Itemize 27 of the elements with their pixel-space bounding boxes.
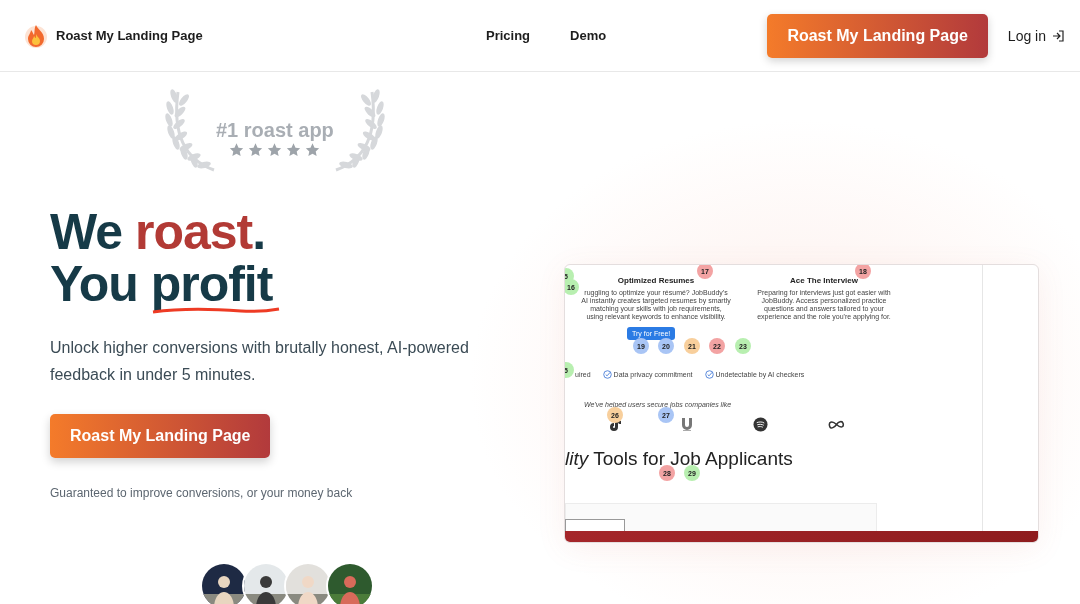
sound-logo-icon	[753, 417, 768, 432]
brand-name[interactable]: Roast My Landing Page	[56, 28, 203, 43]
headline-text: .	[252, 206, 266, 258]
login-icon	[1052, 29, 1064, 42]
feature-title: Ace The Interview	[790, 276, 858, 285]
feature-title: Optimized Resumes	[617, 276, 695, 285]
check-icon	[602, 370, 612, 379]
nav-link[interactable]: Pricing	[486, 28, 531, 43]
u-logo-icon	[681, 417, 693, 432]
star-icon	[266, 141, 284, 158]
headline-text: You	[50, 258, 139, 310]
headline-text: roast	[135, 206, 253, 258]
headline-text: We	[50, 206, 124, 258]
infinity-logo-icon	[828, 420, 845, 429]
star-icon	[285, 141, 303, 158]
guarantee-text: Guaranteed to improve conversions, or your money back	[50, 486, 354, 500]
star-icon	[228, 141, 246, 158]
nav-link[interactable]: Demo	[570, 28, 607, 43]
roast-button[interactable]: Roast My Landing Page	[50, 414, 271, 458]
star-icon	[247, 141, 265, 158]
award-label: #1 roast app	[216, 118, 334, 142]
login-link[interactable]: Log in	[1007, 27, 1064, 44]
check-icon	[704, 370, 714, 379]
headline-text: profit	[150, 258, 273, 310]
roast-button[interactable]: Roast My Landing Page	[767, 13, 988, 58]
star-icon	[304, 141, 322, 158]
hero-subtitle: Unlock higher conversions with brutally honest, AI-powered feedback in under 5 minutes.	[50, 338, 470, 385]
